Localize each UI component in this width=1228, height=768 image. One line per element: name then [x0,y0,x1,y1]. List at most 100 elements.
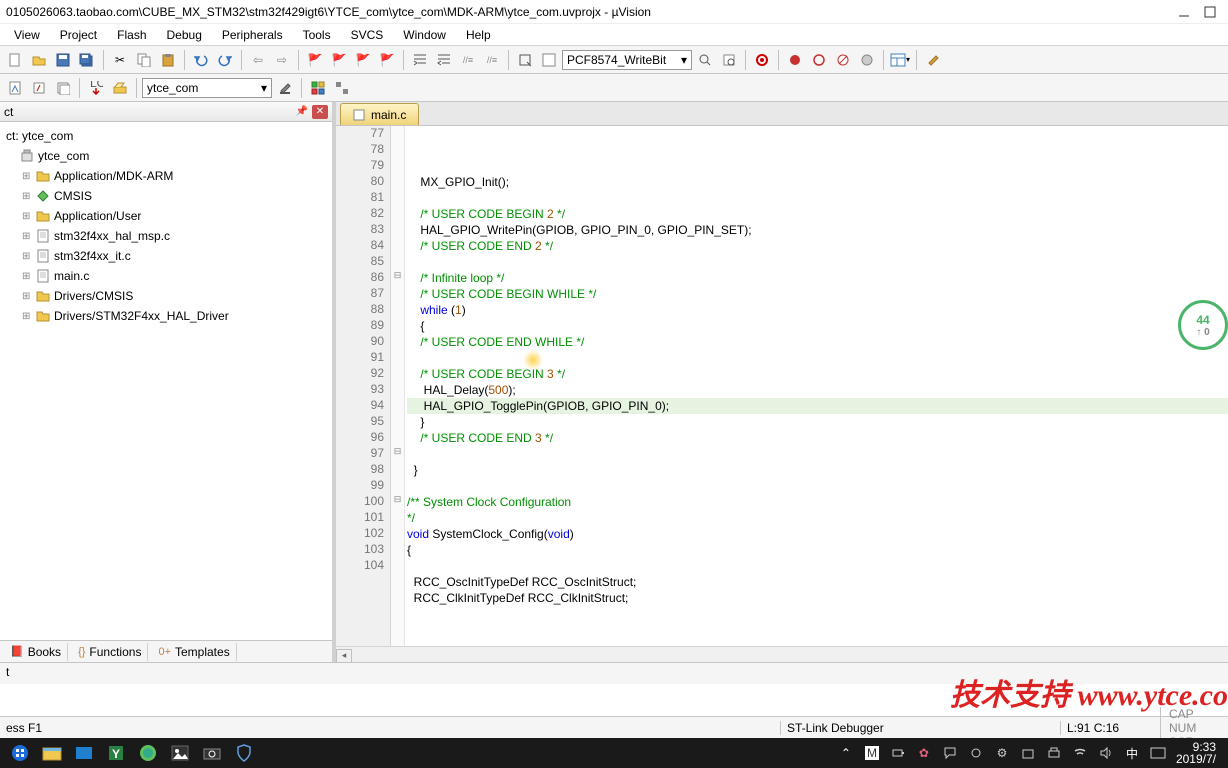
svg-text:M: M [867,746,877,760]
start-button[interactable] [4,739,36,767]
redo-button[interactable] [214,49,236,71]
menu-svcs[interactable]: SVCS [341,26,394,44]
paste-button[interactable] [157,49,179,71]
save-button[interactable] [52,49,74,71]
save-all-button[interactable] [76,49,98,71]
configure-button[interactable] [922,49,944,71]
find-next-button[interactable] [694,49,716,71]
taskbar-image-icon[interactable] [164,739,196,767]
fold-gutter[interactable]: ⊟⊟⊟ [391,126,405,646]
unindent-button[interactable] [433,49,455,71]
tray-m-icon[interactable]: M [864,745,880,761]
debug-button[interactable] [751,49,773,71]
find-combo[interactable]: PCF8574_WriteBit ▾ [562,50,692,70]
tray-safe-icon[interactable] [1020,745,1036,761]
taskbar-browser-icon[interactable] [132,739,164,767]
horizontal-scrollbar[interactable]: ◂ [336,646,1228,662]
pin-button[interactable]: 📌 [294,105,310,119]
taskbar-explorer-icon[interactable] [36,739,68,767]
tray-chat-icon[interactable] [942,745,958,761]
panel-tab-functions[interactable]: {}Functions [72,643,148,661]
maximize-button[interactable] [1204,6,1216,18]
file-tab-main-c[interactable]: main.c [340,103,419,125]
download-button[interactable]: LOAD [85,77,107,99]
find-button[interactable] [514,49,536,71]
menu-window[interactable]: Window [393,26,456,44]
options-button[interactable] [274,77,296,99]
bookmark-next-button[interactable]: 🚩 [352,49,374,71]
tray-gear-icon[interactable]: ⚙ [994,745,1010,761]
translate-button[interactable] [4,77,26,99]
window-layout-button[interactable]: ▾ [889,49,911,71]
panel-tab-templates[interactable]: 0+Templates [152,643,236,661]
output-tab-label[interactable]: t [6,665,9,679]
menu-peripherals[interactable]: Peripherals [212,26,293,44]
project-tree[interactable]: ct: ytce_com ytce_com⊞Application/MDK-AR… [0,122,332,640]
minimize-button[interactable] [1178,6,1190,18]
tree-item[interactable]: ⊞Drivers/STM32F4xx_HAL_Driver [2,306,330,326]
taskbar-camera-icon[interactable] [196,739,228,767]
file-icon [34,248,52,264]
main-area: ct 📌 ✕ ct: ytce_com ytce_com⊞Application… [0,102,1228,662]
taskbar-app2-icon[interactable]: Y [100,739,132,767]
taskbar-app1-icon[interactable] [68,739,100,767]
cut-button[interactable]: ✂ [109,49,131,71]
bp-enable-button[interactable] [808,49,830,71]
tray-sync-icon[interactable] [968,745,984,761]
menu-help[interactable]: Help [456,26,501,44]
bp-disable-button[interactable] [832,49,854,71]
tree-item[interactable]: ⊞stm32f4xx_it.c [2,246,330,266]
tree-item[interactable]: ⊞Application/User [2,206,330,226]
code-lines[interactable]: MX_GPIO_Init(); /* USER CODE BEGIN 2 */ … [405,126,1228,646]
tray-flower-icon[interactable]: ✿ [916,745,932,761]
menu-tools[interactable]: Tools [293,26,341,44]
panel-close-button[interactable]: ✕ [312,105,328,119]
system-clock[interactable]: 9:33 2019/7/ [1176,741,1216,765]
bookmark-clear-button[interactable]: 🚩 [376,49,398,71]
copy-button[interactable] [133,49,155,71]
bp-insert-button[interactable] [784,49,806,71]
project-root[interactable]: ct: ytce_com [2,126,330,146]
uncomment-button[interactable]: //≡ [481,49,503,71]
bookmark-button[interactable]: 🚩 [304,49,326,71]
system-tray: ⌃ M ✿ ⚙ 中 9:33 2019/7/ [838,741,1224,765]
open-button[interactable] [28,49,50,71]
panel-tab-books[interactable]: 📕Books [4,643,68,661]
taskbar-shield-icon[interactable] [228,739,260,767]
tree-item[interactable]: ⊞Drivers/CMSIS [2,286,330,306]
tree-item[interactable]: ⊞main.c [2,266,330,286]
menu-view[interactable]: View [4,26,50,44]
tray-printer-icon[interactable] [1046,745,1062,761]
find-in-files-button[interactable] [718,49,740,71]
rebuild-button[interactable] [52,77,74,99]
manage-rte-button[interactable] [307,77,329,99]
tree-item[interactable]: ⊞stm32f4xx_hal_msp.c [2,226,330,246]
tray-keyboard-icon[interactable] [1150,745,1166,761]
tray-up-icon[interactable]: ⌃ [838,745,854,761]
tray-ime-icon[interactable]: 中 [1124,745,1140,761]
code-editor[interactable]: 7778798081828384858687888990919293949596… [336,126,1228,646]
target-select[interactable]: ytce_com ▾ [142,78,272,98]
comment-button[interactable]: //≡ [457,49,479,71]
tray-battery-icon[interactable] [890,745,906,761]
new-button[interactable] [4,49,26,71]
tree-item[interactable]: ytce_com [2,146,330,166]
batch-build-button[interactable] [109,77,131,99]
bookmark-prev-button[interactable]: 🚩 [328,49,350,71]
menu-project[interactable]: Project [50,26,107,44]
nav-fwd-button[interactable]: ⇨ [271,49,293,71]
indent-button[interactable] [409,49,431,71]
nav-back-button[interactable]: ⇦ [247,49,269,71]
find2-button[interactable] [538,49,560,71]
tray-wifi-icon[interactable] [1072,745,1088,761]
undo-button[interactable] [190,49,212,71]
menu-debug[interactable]: Debug [157,26,212,44]
tray-volume-icon[interactable] [1098,745,1114,761]
tree-item[interactable]: ⊞Application/MDK-ARM [2,166,330,186]
tree-item[interactable]: ⊞CMSIS [2,186,330,206]
menu-flash[interactable]: Flash [107,26,156,44]
build-button[interactable] [28,77,50,99]
pack-button[interactable] [331,77,353,99]
tree-label: ct: ytce_com [6,129,73,143]
bp-kill-button[interactable] [856,49,878,71]
